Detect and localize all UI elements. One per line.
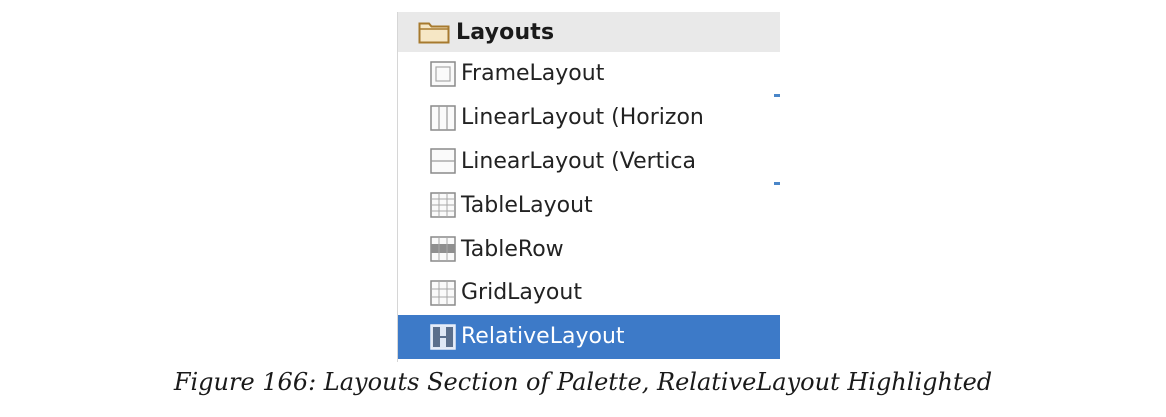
linear-layout-vertical-icon: [430, 148, 456, 175]
item-label: RelativeLayout: [461, 324, 625, 350]
palette-item-frame-layout[interactable]: FrameLayout: [398, 52, 780, 96]
item-label: LinearLayout (Vertica: [461, 148, 696, 174]
scroll-edge-mark: [774, 182, 780, 185]
linear-layout-horizontal-icon: [430, 104, 456, 131]
palette-item-table-row[interactable]: TableRow: [398, 227, 780, 271]
scroll-edge-mark: [774, 94, 780, 97]
item-label: TableRow: [461, 236, 564, 262]
palette-item-linear-layout-vertical[interactable]: LinearLayout (Vertica: [398, 140, 780, 184]
figure-caption: Figure 166: Layouts Section of Palette, …: [173, 368, 993, 396]
palette-panel: Layouts FrameLayout LinearLayout (Horizo…: [397, 12, 780, 362]
folder-icon: [418, 22, 450, 44]
item-label: TableLayout: [461, 192, 593, 218]
palette-item-grid-layout[interactable]: GridLayout: [398, 271, 780, 315]
section-title: Layouts: [456, 19, 555, 45]
table-row-icon: [430, 236, 456, 262]
palette-item-linear-layout-horizontal[interactable]: LinearLayout (Horizon: [398, 96, 780, 140]
palette-item-table-layout[interactable]: TableLayout: [398, 183, 780, 227]
table-layout-icon: [430, 192, 456, 219]
palette-item-relative-layout[interactable]: RelativeLayout: [398, 314, 780, 359]
item-label: GridLayout: [461, 280, 582, 306]
grid-layout-icon: [430, 280, 456, 306]
frame-layout-icon: [430, 61, 456, 87]
item-label: LinearLayout (Horizon: [461, 105, 704, 131]
layouts-section-header[interactable]: Layouts: [398, 12, 780, 52]
layouts-list: FrameLayout LinearLayout (Horizon Linear…: [398, 52, 780, 359]
relative-layout-icon: [430, 323, 456, 350]
item-label: FrameLayout: [461, 61, 605, 87]
